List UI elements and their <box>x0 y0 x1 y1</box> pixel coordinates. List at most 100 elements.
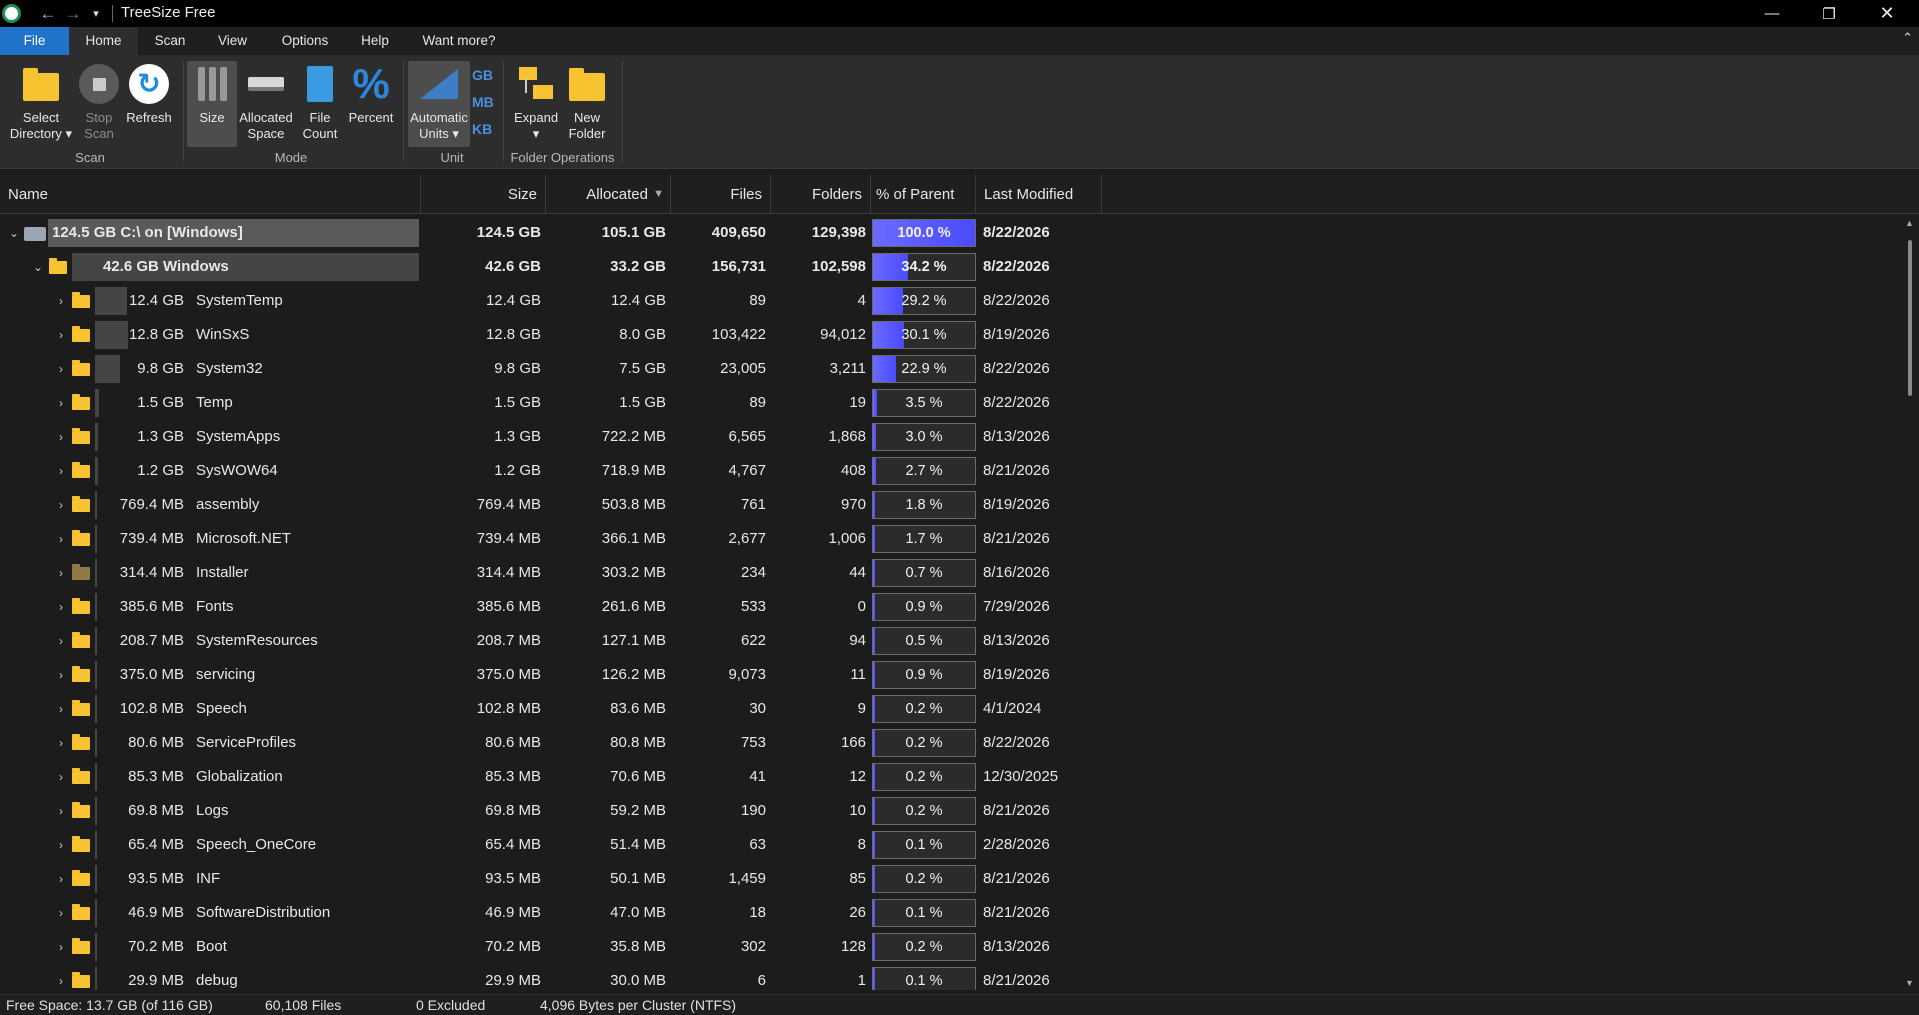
percent-button[interactable]: % Percent <box>345 61 397 126</box>
unit-gb-button[interactable]: GB <box>472 67 493 83</box>
forward-arrow-icon[interactable]: → <box>62 0 84 27</box>
tree-row[interactable]: › 93.5 MB INF 93.5 MB 50.1 MB 1,459 85 0.2 % 8/2… <box>0 862 1899 896</box>
tree-row[interactable]: › 1.5 GB Temp 1.5 GB 1.5 GB 89 19 3.5 % 8/22/202… <box>0 386 1899 420</box>
back-arrow-icon[interactable]: ← <box>37 0 59 27</box>
column-header-name[interactable]: Name <box>0 175 421 214</box>
expand-chevron-icon[interactable]: › <box>54 420 68 454</box>
cell-files: 103,422 <box>711 326 766 343</box>
expand-chevron-icon[interactable]: › <box>54 318 68 352</box>
cell-last-modified: 8/21/2026 <box>983 462 1050 479</box>
expand-chevron-icon[interactable]: › <box>54 352 68 386</box>
column-header-files[interactable]: Files <box>671 175 771 214</box>
cell-files: 63 <box>749 836 766 853</box>
percent-text: 29.2 % <box>901 293 947 309</box>
expand-chevron-icon[interactable]: › <box>54 794 68 828</box>
tab-want-more[interactable]: Want more? <box>414 27 504 55</box>
tree-row[interactable]: › 314.4 MB Installer 314.4 MB 303.2 MB 234 44 0… <box>0 556 1899 590</box>
allocated-space-button[interactable]: Allocated Space <box>238 61 294 142</box>
cell-folders: 408 <box>840 462 866 479</box>
expand-chevron-icon[interactable]: › <box>54 284 68 318</box>
percent-text: 34.2 % <box>901 259 947 275</box>
refresh-button[interactable]: ↻ Refresh <box>124 61 174 126</box>
column-header-last-modified[interactable]: Last Modified <box>976 175 1102 214</box>
expand-chevron-icon[interactable]: › <box>54 556 68 590</box>
automatic-units-button[interactable]: Automatic Units ▾ <box>408 61 470 147</box>
expand-chevron-icon[interactable]: › <box>54 896 68 930</box>
quick-access-dropdown-icon[interactable]: ▾ <box>88 0 104 27</box>
minimize-icon[interactable]: — <box>1743 0 1801 27</box>
tree-row-drive[interactable]: ⌄ 124.5 GB C:\ on [Windows] 124.5 GB 105.1 … <box>0 216 1899 250</box>
tree-row[interactable]: › 29.9 MB debug 29.9 MB 30.0 MB 6 1 0.1 % 8/21/2… <box>0 964 1899 990</box>
tab-help[interactable]: Help <box>350 27 400 55</box>
expand-chevron-icon[interactable]: › <box>54 624 68 658</box>
new-folder-button[interactable]: New Folder <box>564 61 610 142</box>
percent-bar: 3.5 % <box>872 389 976 417</box>
expand-button[interactable]: Expand ▾ <box>510 61 562 142</box>
expand-chevron-icon[interactable]: › <box>54 522 68 556</box>
folder-icon <box>72 530 90 546</box>
size-mode-button[interactable]: Size <box>187 61 237 147</box>
expand-chevron-icon[interactable]: › <box>54 828 68 862</box>
folder-tree[interactable]: ⌄ 124.5 GB C:\ on [Windows] 124.5 GB 105.1 … <box>0 216 1899 990</box>
tree-row[interactable]: › 69.8 MB Logs 69.8 MB 59.2 MB 190 10 0.2 % 8/21… <box>0 794 1899 828</box>
tree-row[interactable]: › 12.8 GB WinSxS 12.8 GB 8.0 GB 103,422 94,012… <box>0 318 1899 352</box>
tree-row[interactable]: › 739.4 MB Microsoft.NET 739.4 MB 366.1 MB 2,… <box>0 522 1899 556</box>
tab-home[interactable]: Home <box>69 27 138 55</box>
cell-files: 4,767 <box>728 462 766 479</box>
expand-chevron-icon[interactable]: › <box>54 488 68 522</box>
tree-row[interactable]: › 375.0 MB servicing 375.0 MB 126.2 MB 9,073 1… <box>0 658 1899 692</box>
vertical-scrollbar[interactable]: ▲ ▼ <box>1901 216 1919 990</box>
tree-row[interactable]: › 12.4 GB SystemTemp 12.4 GB 12.4 GB 89 4 29.2 … <box>0 284 1899 318</box>
tab-options[interactable]: Options <box>272 27 338 55</box>
tree-row[interactable]: › 9.8 GB System32 9.8 GB 7.5 GB 23,005 3,211 22… <box>0 352 1899 386</box>
scrollbar-thumb[interactable] <box>1908 240 1912 396</box>
scroll-down-icon[interactable]: ▼ <box>1905 978 1914 988</box>
expand-chevron-icon[interactable]: › <box>54 726 68 760</box>
tree-row[interactable]: › 46.9 MB SoftwareDistribution 46.9 MB 47.0 … <box>0 896 1899 930</box>
close-icon[interactable]: ✕ <box>1858 0 1916 27</box>
stop-scan-button[interactable]: Stop Scan <box>78 61 120 142</box>
collapse-chevron-icon[interactable]: ⌄ <box>31 250 45 284</box>
file-count-icon <box>307 66 333 102</box>
percent-text: 0.9 % <box>905 599 943 615</box>
folder-icon <box>72 428 90 444</box>
expand-chevron-icon[interactable]: › <box>54 964 68 990</box>
tree-row[interactable]: › 70.2 MB Boot 70.2 MB 35.8 MB 302 128 0.2 % 8/1… <box>0 930 1899 964</box>
unit-mb-button[interactable]: MB <box>472 94 494 110</box>
tree-row[interactable]: › 65.4 MB Speech_OneCore 65.4 MB 51.4 MB 63 8 0… <box>0 828 1899 862</box>
tree-row[interactable]: › 1.3 GB SystemApps 1.3 GB 722.2 MB 6,565 1,86… <box>0 420 1899 454</box>
expand-chevron-icon[interactable]: › <box>54 590 68 624</box>
collapse-chevron-icon[interactable]: ⌄ <box>7 216 21 250</box>
cell-files: 190 <box>740 802 766 819</box>
tree-row[interactable]: › 208.7 MB SystemResources 208.7 MB 127.1 MB… <box>0 624 1899 658</box>
expand-chevron-icon[interactable]: › <box>54 658 68 692</box>
restore-icon[interactable]: ❐ <box>1800 0 1858 27</box>
tab-view[interactable]: View <box>205 27 260 55</box>
tree-row[interactable]: › 1.2 GB SysWOW64 1.2 GB 718.9 MB 4,767 408 2.7… <box>0 454 1899 488</box>
expand-chevron-icon[interactable]: › <box>54 862 68 896</box>
expand-chevron-icon[interactable]: › <box>54 454 68 488</box>
tab-file[interactable]: File <box>0 27 69 55</box>
scroll-up-icon[interactable]: ▲ <box>1905 218 1914 228</box>
tree-row[interactable]: › 102.8 MB Speech 102.8 MB 83.6 MB 30 9 0.2 % 4/… <box>0 692 1899 726</box>
tree-row[interactable]: › 385.6 MB Fonts 385.6 MB 261.6 MB 533 0 0.9 % 7… <box>0 590 1899 624</box>
column-header-size[interactable]: Size <box>421 175 546 214</box>
tree-row[interactable]: › 85.3 MB Globalization 85.3 MB 70.6 MB 41 12 0… <box>0 760 1899 794</box>
column-header-allocated[interactable]: Allocated ▼ <box>546 175 671 214</box>
select-directory-button[interactable]: Select Directory ▾ <box>6 61 76 142</box>
column-header-pct-parent[interactable]: % of Parent (... <box>871 175 976 242</box>
tree-row[interactable]: › 80.6 MB ServiceProfiles 80.6 MB 80.8 MB 753… <box>0 726 1899 760</box>
column-header-folders[interactable]: Folders <box>771 175 871 214</box>
tree-row[interactable]: › 769.4 MB assembly 769.4 MB 503.8 MB 761 970 1… <box>0 488 1899 522</box>
unit-kb-button[interactable]: KB <box>472 121 492 137</box>
expand-chevron-icon[interactable]: › <box>54 386 68 420</box>
tree-row[interactable]: ⌄ 42.6 GB Windows 42.6 GB 33.2 GB 156,731 102… <box>0 250 1899 284</box>
expand-chevron-icon[interactable]: › <box>54 760 68 794</box>
expand-chevron-icon[interactable]: › <box>54 930 68 964</box>
collapse-ribbon-icon[interactable]: ⌃ <box>1902 30 1913 46</box>
tab-scan[interactable]: Scan <box>140 27 200 55</box>
file-count-button[interactable]: File Count <box>298 61 342 142</box>
expand-chevron-icon[interactable]: › <box>54 692 68 726</box>
folder-icon <box>72 768 90 784</box>
tree-row-name: ServiceProfiles <box>196 734 297 751</box>
